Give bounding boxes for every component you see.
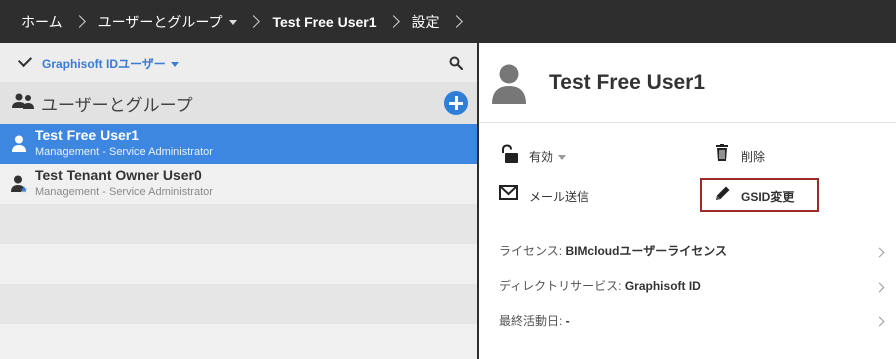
breadcrumb-separator-icon bbox=[247, 15, 261, 28]
add-user-button[interactable] bbox=[444, 91, 468, 115]
mail-icon bbox=[499, 185, 518, 200]
status-dropdown[interactable]: 有効 bbox=[499, 144, 619, 166]
status-label: 有効 bbox=[529, 150, 554, 164]
unlock-icon bbox=[502, 144, 518, 163]
breadcrumb-users-groups-label: ユーザーとグループ bbox=[97, 13, 223, 30]
avatar-icon bbox=[492, 64, 526, 104]
last-activity-label: 最終活動日: bbox=[499, 314, 566, 328]
breadcrumb-separator-icon bbox=[386, 15, 400, 28]
empty-row bbox=[0, 324, 477, 359]
user-row-role: Management - Service Administrator bbox=[35, 146, 213, 158]
change-gsid-label: GSID変更 bbox=[741, 190, 795, 204]
detail-title: Test Free User1 bbox=[549, 71, 706, 94]
breadcrumb-separator-icon bbox=[72, 15, 86, 28]
filter-dropdown[interactable]: Graphisoft IDユーザー bbox=[42, 55, 179, 72]
divider bbox=[479, 122, 896, 123]
admin-user-icon bbox=[11, 175, 27, 193]
directory-value: Graphisoft ID bbox=[624, 279, 701, 293]
search-icon[interactable] bbox=[449, 56, 463, 70]
change-gsid-button[interactable]: GSID変更 bbox=[714, 184, 809, 206]
license-value: BIMcloudユーザーライセンス bbox=[565, 244, 727, 258]
empty-row bbox=[0, 284, 477, 324]
chevron-down-icon bbox=[229, 20, 238, 26]
user-detail-panel: Test Free User1 有効 削除 メール送信 GSID変更 ライセンス… bbox=[479, 43, 896, 359]
breadcrumb-bar: ホーム ユーザーとグループ Test Free User1 設定 bbox=[0, 0, 896, 43]
pencil-icon bbox=[716, 186, 730, 200]
breadcrumb-home[interactable]: ホーム bbox=[21, 12, 63, 32]
check-icon bbox=[17, 52, 33, 68]
license-label: ライセンス: bbox=[499, 244, 566, 258]
chevron-right-icon[interactable] bbox=[874, 247, 885, 258]
trash-icon bbox=[716, 144, 728, 161]
breadcrumb-separator-icon bbox=[449, 15, 463, 28]
delete-button[interactable]: 削除 bbox=[714, 144, 794, 166]
user-row-name: Test Free User1 bbox=[35, 127, 140, 143]
section-header: ユーザーとグループ bbox=[0, 82, 477, 124]
send-mail-label: メール送信 bbox=[529, 190, 590, 204]
directory-label: ディレクトリサービス: bbox=[499, 279, 625, 293]
last-activity-row[interactable]: 最終活動日: - bbox=[499, 312, 570, 329]
group-icon bbox=[12, 93, 34, 109]
license-row[interactable]: ライセンス: BIMcloudユーザーライセンス bbox=[499, 242, 727, 259]
send-mail-button[interactable]: メール送信 bbox=[499, 184, 619, 206]
chevron-right-icon[interactable] bbox=[874, 282, 885, 293]
user-icon bbox=[12, 135, 26, 152]
user-row-name: Test Tenant Owner User0 bbox=[35, 167, 202, 183]
breadcrumb-settings[interactable]: 設定 bbox=[412, 12, 440, 32]
section-title: ユーザーとグループ bbox=[41, 96, 193, 115]
filter-bar: Graphisoft IDユーザー bbox=[0, 43, 477, 82]
last-activity-value: - bbox=[565, 314, 570, 328]
users-list-panel: Graphisoft IDユーザー ユーザーとグループ Test Free Us… bbox=[0, 43, 477, 359]
user-row[interactable]: Test Tenant Owner User0 Management - Ser… bbox=[0, 164, 477, 204]
empty-row bbox=[0, 244, 477, 284]
user-row-role: Management - Service Administrator bbox=[35, 186, 213, 198]
filter-dropdown-label: Graphisoft IDユーザー bbox=[42, 57, 166, 71]
breadcrumb-users-groups[interactable]: ユーザーとグループ bbox=[98, 12, 238, 32]
directory-row[interactable]: ディレクトリサービス: Graphisoft ID bbox=[499, 277, 701, 294]
user-row[interactable]: Test Free User1 Management - Service Adm… bbox=[0, 124, 477, 164]
empty-row bbox=[0, 204, 477, 244]
breadcrumb-current-user[interactable]: Test Free User1 bbox=[272, 14, 376, 30]
chevron-right-icon[interactable] bbox=[874, 316, 885, 327]
chevron-down-icon bbox=[558, 155, 567, 161]
chevron-down-icon bbox=[170, 62, 179, 68]
delete-label: 削除 bbox=[741, 150, 766, 164]
